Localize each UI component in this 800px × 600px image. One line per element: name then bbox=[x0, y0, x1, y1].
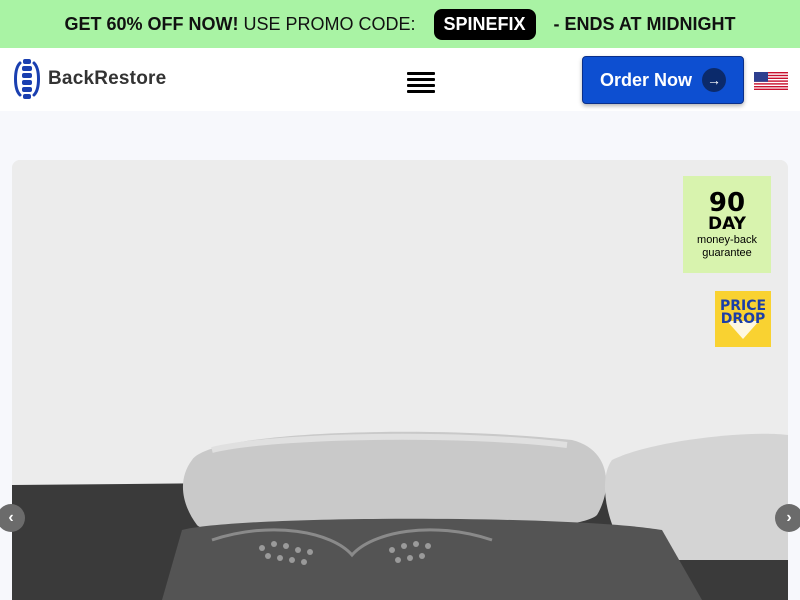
price-drop-line2: DROP bbox=[720, 311, 766, 327]
hero-image-carousel: 90 DAY money-back guarantee PRICE DROP bbox=[12, 160, 788, 600]
money-back-guarantee-badge: 90 DAY money-back guarantee bbox=[683, 176, 771, 273]
order-now-label: Order Now bbox=[599, 69, 692, 90]
site-header: BackRestore Order Now → bbox=[0, 48, 800, 111]
promo-banner: GET 60% OFF NOW! USE PROMO CODE: SPINEFI… bbox=[0, 0, 800, 48]
guarantee-number: 90 bbox=[708, 187, 746, 218]
brand-logo[interactable]: BackRestore bbox=[12, 57, 166, 101]
promo-tail: - ENDS AT MIDNIGHT bbox=[553, 13, 736, 34]
guarantee-line2: guarantee bbox=[702, 246, 752, 259]
hamburger-menu-icon[interactable] bbox=[407, 72, 435, 93]
promo-mid: USE PROMO CODE: bbox=[243, 13, 416, 34]
price-drop-badge: PRICE DROP bbox=[715, 291, 771, 347]
us-flag-icon[interactable] bbox=[754, 72, 788, 90]
order-now-button[interactable]: Order Now → bbox=[582, 56, 744, 104]
chevron-right-icon: › bbox=[786, 509, 792, 526]
brand-name: BackRestore bbox=[48, 68, 167, 89]
spine-logo-icon bbox=[14, 59, 40, 99]
arrow-right-icon: → bbox=[702, 68, 726, 92]
carousel-next-button[interactable]: › bbox=[775, 504, 800, 532]
promo-code: SPINEFIX bbox=[433, 8, 536, 40]
guarantee-unit: DAY bbox=[708, 213, 746, 234]
guarantee-line1: money-back bbox=[697, 233, 757, 246]
product-photo bbox=[12, 160, 788, 600]
chevron-left-icon: ‹ bbox=[8, 509, 14, 526]
promo-lead: GET 60% OFF NOW! bbox=[64, 13, 239, 34]
